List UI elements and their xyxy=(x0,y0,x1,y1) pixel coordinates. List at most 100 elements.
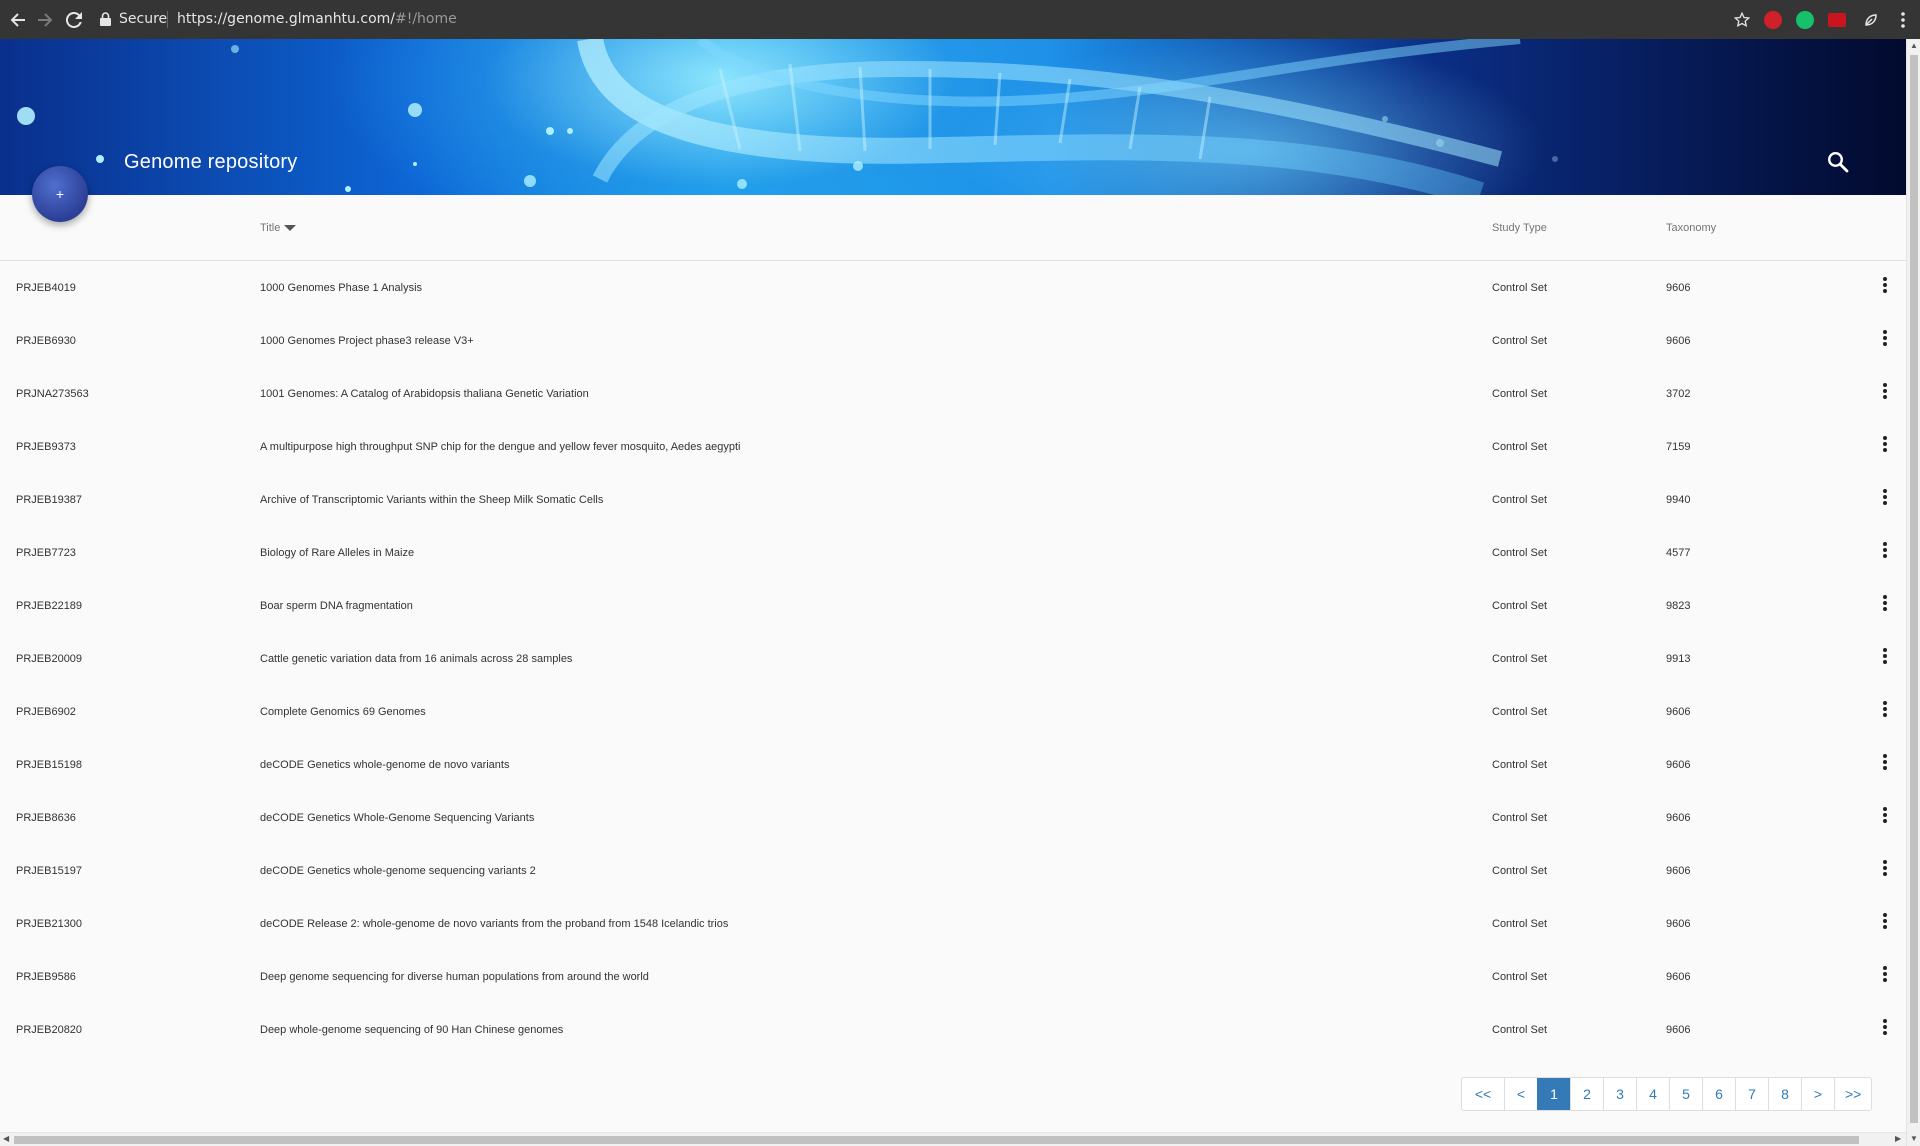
browser-menu-icon[interactable] xyxy=(1892,9,1914,31)
table-row[interactable]: PRJEB15198 deCODE Genetics whole-genome d… xyxy=(0,738,1906,791)
cell-project-id: PRJEB7723 xyxy=(16,547,76,559)
page-button[interactable]: >> xyxy=(1834,1078,1871,1110)
page-button[interactable]: 6 xyxy=(1702,1078,1735,1110)
address-bar[interactable]: https://genome.glmanhtu.com/#!/home xyxy=(177,11,457,27)
table-row[interactable]: PRJNA273563 1001 Genomes: A Catalog of Ar… xyxy=(0,367,1906,420)
extension-badge-icon[interactable] xyxy=(1828,13,1846,27)
extension-opera-icon[interactable] xyxy=(1764,11,1782,29)
page-button[interactable]: << xyxy=(1462,1078,1504,1110)
page-button[interactable]: 8 xyxy=(1768,1078,1801,1110)
cell-title: Complete Genomics 69 Genomes xyxy=(260,706,426,718)
page-button[interactable]: 1 xyxy=(1537,1078,1570,1110)
table-row[interactable]: PRJEB4019 1000 Genomes Phase 1 Analysis Co… xyxy=(0,261,1906,314)
more-options-icon[interactable] xyxy=(1880,807,1890,827)
cell-title: 1000 Genomes Phase 1 Analysis xyxy=(260,282,423,294)
cell-project-id: PRJEB15197 xyxy=(16,865,83,877)
forward-icon[interactable] xyxy=(34,9,56,31)
more-options-icon[interactable] xyxy=(1880,913,1890,933)
cell-project-id: PRJEB22189 xyxy=(16,600,83,612)
lock-icon xyxy=(100,12,111,26)
more-options-icon[interactable] xyxy=(1880,330,1890,350)
cell-taxonomy: 3702 xyxy=(1666,388,1691,400)
table-row[interactable]: PRJEB9373 A multipurpose high throughput … xyxy=(0,420,1906,473)
bookmark-star-icon[interactable] xyxy=(1731,9,1753,31)
horizontal-scroll-thumb[interactable] xyxy=(14,1136,1859,1144)
page-button[interactable]: < xyxy=(1504,1078,1537,1110)
column-header-title[interactable]: Title xyxy=(260,222,297,234)
cell-study-type: Control Set xyxy=(1492,812,1548,824)
add-button[interactable]: + xyxy=(32,166,88,222)
table-row[interactable]: PRJEB6902 Complete Genomics 69 Genomes Con… xyxy=(0,685,1906,738)
cell-project-id: PRJEB15198 xyxy=(16,759,83,771)
cell-taxonomy: 9823 xyxy=(1666,600,1691,612)
secure-label: Secure xyxy=(119,11,168,27)
more-options-icon[interactable] xyxy=(1880,383,1890,403)
more-options-icon[interactable] xyxy=(1880,754,1890,774)
extension-leaf-icon[interactable] xyxy=(1860,9,1882,31)
horizontal-scrollbar[interactable]: ◀ ▶ xyxy=(0,1132,1906,1146)
cell-study-type: Control Set xyxy=(1492,865,1548,877)
cell-study-type: Control Set xyxy=(1492,547,1548,559)
more-options-icon[interactable] xyxy=(1880,436,1890,456)
page-button[interactable]: 5 xyxy=(1669,1078,1702,1110)
table-row[interactable]: PRJEB21300 deCODE Release 2: whole-genome… xyxy=(0,897,1906,950)
page-button[interactable]: 7 xyxy=(1735,1078,1768,1110)
cell-title: Boar sperm DNA fragmentation xyxy=(260,600,413,612)
table-row[interactable]: PRJEB8636 deCODE Genetics Whole-Genome Se… xyxy=(0,791,1906,844)
page-button[interactable]: 4 xyxy=(1636,1078,1669,1110)
url-host: https://genome.glmanhtu.com/ xyxy=(177,11,395,27)
cell-taxonomy: 9940 xyxy=(1666,494,1691,506)
table-row[interactable]: PRJEB20009 Cattle genetic variation data … xyxy=(0,632,1906,685)
reload-icon[interactable] xyxy=(63,9,85,31)
column-header-study-type[interactable]: Study Type xyxy=(1492,222,1547,234)
more-options-icon[interactable] xyxy=(1880,277,1890,297)
vertical-scroll-thumb[interactable] xyxy=(1910,55,1918,1123)
cell-project-id: PRJEB6930 xyxy=(16,335,76,347)
vertical-scrollbar[interactable]: ▲ ▼ xyxy=(1906,39,1920,1146)
column-header-taxonomy[interactable]: Taxonomy xyxy=(1666,222,1716,234)
back-icon[interactable] xyxy=(7,9,29,31)
table-row[interactable]: PRJEB9586 Deep genome sequencing for dive… xyxy=(0,950,1906,1003)
table-row[interactable]: PRJEB15197 deCODE Genetics whole-genome s… xyxy=(0,844,1906,897)
cell-title: deCODE Release 2: whole-genome de novo v… xyxy=(260,918,729,930)
cell-project-id: PRJEB6902 xyxy=(16,706,76,718)
cell-title: 1000 Genomes Project phase3 release V3+ xyxy=(260,335,474,347)
page-button[interactable]: 2 xyxy=(1570,1078,1603,1110)
table-row[interactable]: PRJEB7723 Biology of Rare Alleles in Maiz… xyxy=(0,526,1906,579)
cell-project-id: PRJEB20009 xyxy=(16,653,83,665)
scroll-up-arrow-icon[interactable]: ▲ xyxy=(1910,41,1918,50)
page-button[interactable]: > xyxy=(1801,1078,1834,1110)
add-icon: + xyxy=(55,186,65,202)
cell-study-type: Control Set xyxy=(1492,441,1548,453)
cell-title: A multipurpose high throughput SNP chip … xyxy=(260,441,741,453)
table-row[interactable]: PRJEB20820 Deep whole-genome sequencing o… xyxy=(0,1003,1906,1056)
cell-study-type: Control Set xyxy=(1492,335,1548,347)
cell-title: deCODE Genetics whole-genome sequencing … xyxy=(260,865,536,877)
extension-grammarly-icon[interactable] xyxy=(1796,11,1814,29)
more-options-icon[interactable] xyxy=(1880,648,1890,668)
cell-study-type: Control Set xyxy=(1492,282,1548,294)
scroll-down-arrow-icon[interactable]: ▼ xyxy=(1910,1134,1918,1143)
more-options-icon[interactable] xyxy=(1880,595,1890,615)
more-options-icon[interactable] xyxy=(1880,1019,1890,1039)
more-options-icon[interactable] xyxy=(1880,860,1890,880)
scroll-left-arrow-icon[interactable]: ◀ xyxy=(3,1134,9,1143)
scroll-right-arrow-icon[interactable]: ▶ xyxy=(1895,1134,1901,1143)
cell-taxonomy: 7159 xyxy=(1666,441,1691,453)
table-header: Title Study Type Taxonomy xyxy=(0,195,1906,261)
pagination: << <1 2 3 4 5 6 7 8 > >> xyxy=(1461,1077,1873,1111)
url-path: #!/home xyxy=(395,11,457,27)
more-options-icon[interactable] xyxy=(1880,542,1890,562)
search-icon[interactable] xyxy=(1826,150,1850,174)
cell-study-type: Control Set xyxy=(1492,971,1548,983)
page-button[interactable]: 3 xyxy=(1603,1078,1636,1110)
sort-desc-icon[interactable] xyxy=(284,225,297,232)
table-row[interactable]: PRJEB22189 Boar sperm DNA fragmentation Co… xyxy=(0,579,1906,632)
cell-taxonomy: 9606 xyxy=(1666,759,1691,771)
more-options-icon[interactable] xyxy=(1880,966,1890,986)
table-row[interactable]: PRJEB19387 Archive of Transcriptomic Vari… xyxy=(0,473,1906,526)
cell-title: deCODE Genetics whole-genome de novo var… xyxy=(260,759,510,771)
more-options-icon[interactable] xyxy=(1880,489,1890,509)
more-options-icon[interactable] xyxy=(1880,701,1890,721)
table-row[interactable]: PRJEB6930 1000 Genomes Project phase3 rel… xyxy=(0,314,1906,367)
